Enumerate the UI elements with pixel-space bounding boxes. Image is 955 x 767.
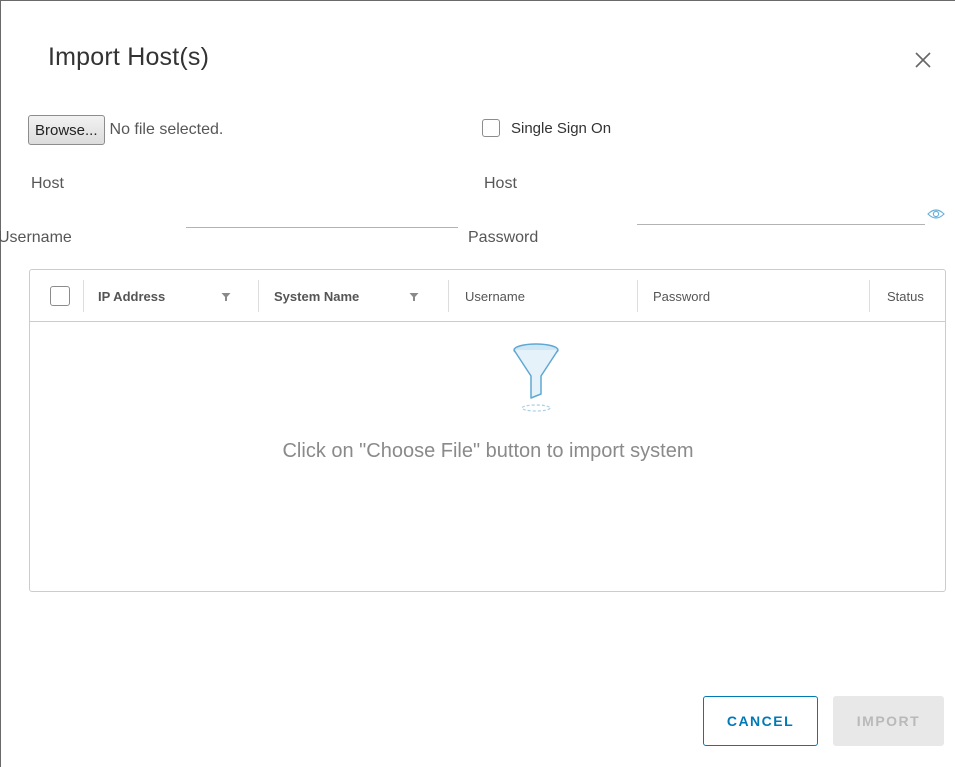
column-header-system-name[interactable]: System Name — [274, 270, 359, 322]
filter-icon[interactable] — [409, 292, 419, 302]
column-header-status[interactable]: Status — [887, 270, 924, 322]
filter-icon[interactable] — [221, 292, 231, 302]
password-input[interactable] — [637, 204, 925, 225]
cancel-button[interactable]: CANCEL — [703, 696, 818, 746]
column-separator — [258, 280, 259, 312]
eye-icon[interactable] — [927, 207, 945, 221]
column-separator — [869, 280, 870, 312]
file-picker: Browse... No file selected. — [28, 115, 223, 145]
column-header-password[interactable]: Password — [653, 270, 710, 322]
username-label: Username — [0, 229, 72, 246]
empty-state-message: Click on "Choose File" button to import … — [282, 440, 694, 462]
hosts-datagrid: IP Address System Name Username Password… — [29, 269, 946, 592]
browse-button[interactable]: Browse... — [28, 115, 105, 145]
column-separator — [448, 280, 449, 312]
column-header-ip-address[interactable]: IP Address — [98, 270, 165, 322]
password-label: Password — [468, 229, 539, 246]
host-label-right: Host — [484, 175, 517, 192]
select-all-checkbox[interactable] — [50, 286, 70, 306]
import-button[interactable]: IMPORT — [833, 696, 944, 746]
close-icon[interactable] — [911, 48, 935, 72]
username-input[interactable] — [186, 207, 458, 228]
column-separator — [83, 280, 84, 312]
file-status-text: No file selected. — [109, 121, 224, 138]
column-header-username[interactable]: Username — [465, 270, 525, 322]
single-sign-on-label: Single Sign On — [511, 119, 612, 137]
dialog-title: Import Host(s) — [48, 43, 210, 71]
single-sign-on-checkbox[interactable] — [482, 119, 500, 137]
datagrid-header: IP Address System Name Username Password… — [30, 270, 945, 322]
import-hosts-dialog: Import Host(s) Browse... No file selecte… — [0, 0, 955, 767]
funnel-icon — [513, 343, 559, 412]
column-separator — [637, 280, 638, 312]
host-label-left: Host — [31, 175, 64, 192]
single-sign-on-toggle[interactable]: Single Sign On — [482, 119, 611, 137]
